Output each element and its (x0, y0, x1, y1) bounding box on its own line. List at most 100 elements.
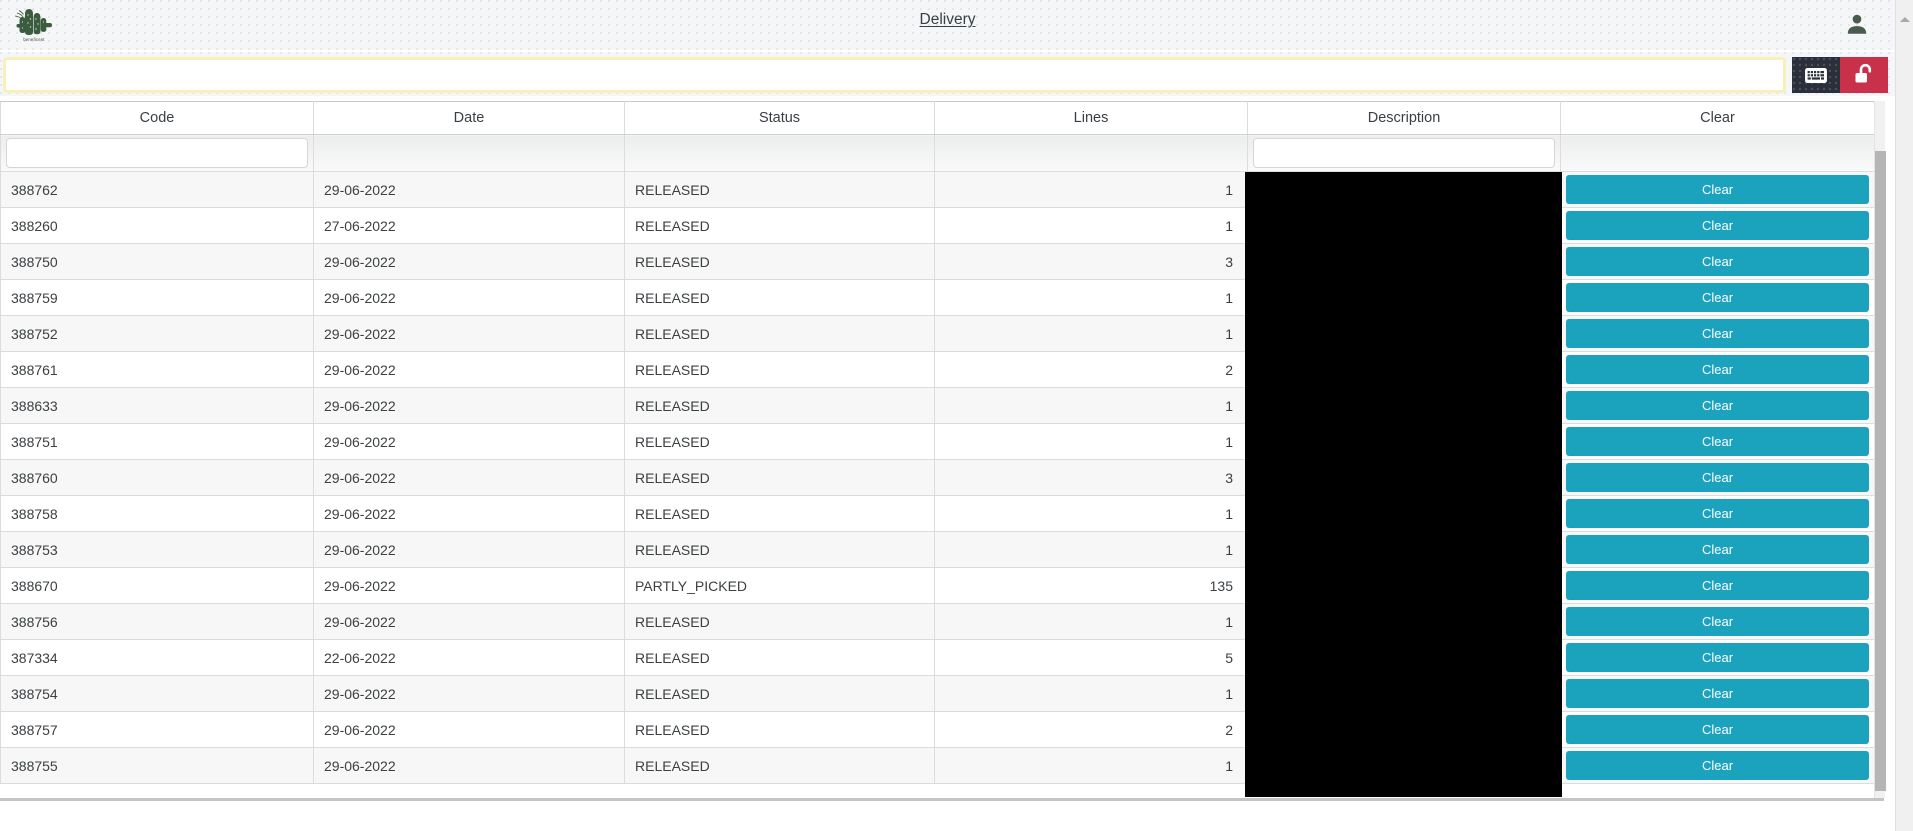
cell-lines: 135 (934, 567, 1248, 604)
clear-button[interactable]: Clear (1566, 283, 1869, 312)
user-account-icon[interactable] (1844, 10, 1870, 38)
cell-clear: Clear (1560, 747, 1875, 784)
cell-status: RELEASED (624, 351, 935, 388)
clear-button[interactable]: Clear (1566, 427, 1869, 456)
table-row[interactable]: 388759 29-06-2022 RELEASED 1 Clear (0, 279, 1875, 316)
cell-code: 387334 (0, 639, 314, 676)
cell-clear: Clear (1560, 459, 1875, 496)
cell-lines: 5 (934, 639, 1248, 676)
clear-button[interactable]: Clear (1566, 319, 1869, 348)
cell-date: 29-06-2022 (313, 171, 625, 208)
cell-date: 29-06-2022 (313, 243, 625, 280)
cell-lines: 1 (934, 423, 1248, 460)
cell-code: 388761 (0, 351, 314, 388)
clear-button[interactable]: Clear (1566, 391, 1869, 420)
clear-button[interactable]: Clear (1566, 211, 1869, 240)
filter-input-description[interactable] (1253, 138, 1555, 168)
search-input[interactable] (3, 57, 1786, 93)
table-row[interactable]: 388758 29-06-2022 RELEASED 1 Clear (0, 495, 1875, 532)
table-scrollbar-thumb[interactable] (1875, 151, 1886, 791)
cell-status: RELEASED (624, 711, 935, 748)
cell-code: 388755 (0, 747, 314, 784)
table-row[interactable]: 388750 29-06-2022 RELEASED 3 Clear (0, 243, 1875, 280)
column-header-date[interactable]: Date (313, 101, 625, 135)
column-header-code[interactable]: Code (0, 101, 314, 135)
cell-lines: 1 (934, 603, 1248, 640)
cell-clear: Clear (1560, 711, 1875, 748)
table-row[interactable]: 388260 27-06-2022 RELEASED 1 Clear (0, 207, 1875, 244)
table-scrollbar-track[interactable] (1874, 101, 1886, 798)
table-row[interactable]: 388762 29-06-2022 RELEASED 1 Clear (0, 171, 1875, 208)
cell-date: 29-06-2022 (313, 387, 625, 424)
column-header-clear[interactable]: Clear (1560, 101, 1875, 135)
cell-code: 388633 (0, 387, 314, 424)
unlock-button[interactable] (1840, 57, 1888, 93)
cell-clear: Clear (1560, 423, 1875, 460)
cell-clear: Clear (1560, 531, 1875, 568)
cell-status: RELEASED (624, 423, 935, 460)
app-header: beneficent Delivery (0, 0, 1895, 50)
cell-status: RELEASED (624, 531, 935, 568)
cell-date: 29-06-2022 (313, 351, 625, 388)
cell-code: 388756 (0, 603, 314, 640)
filter-input-code[interactable] (6, 138, 308, 168)
filter-cell-date (313, 134, 625, 172)
keyboard-icon (1805, 67, 1827, 83)
clear-button[interactable]: Clear (1566, 607, 1869, 636)
table-row[interactable]: 388757 29-06-2022 RELEASED 2 Clear (0, 711, 1875, 748)
page-scrollbar-track[interactable] (1895, 0, 1913, 831)
table-body: 388762 29-06-2022 RELEASED 1 Clear 388260 27-0… (0, 171, 1875, 784)
clear-button[interactable]: Clear (1566, 463, 1869, 492)
clear-button[interactable]: Clear (1566, 355, 1869, 384)
clear-button[interactable]: Clear (1566, 535, 1869, 564)
cell-date: 22-06-2022 (313, 639, 625, 676)
clear-button[interactable]: Clear (1566, 175, 1869, 204)
clear-button[interactable]: Clear (1566, 643, 1869, 672)
table-row[interactable]: 388751 29-06-2022 RELEASED 1 Clear (0, 423, 1875, 460)
table-row[interactable]: 388755 29-06-2022 RELEASED 1 Clear (0, 747, 1875, 784)
cell-status: RELEASED (624, 639, 935, 676)
cell-code: 388760 (0, 459, 314, 496)
clear-button[interactable]: Clear (1566, 571, 1869, 600)
table-row[interactable]: 388756 29-06-2022 RELEASED 1 Clear (0, 603, 1875, 640)
column-header-status[interactable]: Status (624, 101, 935, 135)
cell-status: RELEASED (624, 171, 935, 208)
cell-date: 29-06-2022 (313, 603, 625, 640)
cell-lines: 1 (934, 387, 1248, 424)
table-row[interactable]: 388633 29-06-2022 RELEASED 1 Clear (0, 387, 1875, 424)
table-row[interactable]: 388761 29-06-2022 RELEASED 2 Clear (0, 351, 1875, 388)
clear-button[interactable]: Clear (1566, 499, 1869, 528)
cell-clear: Clear (1560, 351, 1875, 388)
filter-cell-lines (934, 134, 1248, 172)
table-row[interactable]: 388670 29-06-2022 PARTLY_PICKED 135 Clear (0, 567, 1875, 604)
scroll-up-arrow-icon[interactable] (1896, 12, 1913, 26)
cell-status: RELEASED (624, 603, 935, 640)
column-header-description[interactable]: Description (1247, 101, 1561, 135)
clear-button[interactable]: Clear (1566, 679, 1869, 708)
cell-code: 388754 (0, 675, 314, 712)
table-row[interactable]: 388754 29-06-2022 RELEASED 1 Clear (0, 675, 1875, 712)
table-row[interactable]: 388752 29-06-2022 RELEASED 1 Clear (0, 315, 1875, 352)
cell-code: 388759 (0, 279, 314, 316)
cell-lines: 2 (934, 351, 1248, 388)
filter-cell-description (1247, 134, 1561, 172)
clear-button[interactable]: Clear (1566, 751, 1869, 780)
cell-clear: Clear (1560, 387, 1875, 424)
cell-lines: 1 (934, 531, 1248, 568)
table-row[interactable]: 387334 22-06-2022 RELEASED 5 Clear (0, 639, 1875, 676)
table-row[interactable]: 388753 29-06-2022 RELEASED 1 Clear (0, 531, 1875, 568)
cell-lines: 1 (934, 495, 1248, 532)
clear-button[interactable]: Clear (1566, 715, 1869, 744)
page-title-link[interactable]: Delivery (0, 11, 1895, 29)
keyboard-button[interactable] (1792, 57, 1840, 93)
cell-date: 29-06-2022 (313, 567, 625, 604)
column-header-lines[interactable]: Lines (934, 101, 1248, 135)
table-row[interactable]: 388760 29-06-2022 RELEASED 3 Clear (0, 459, 1875, 496)
search-toolbar (0, 52, 1895, 96)
cell-status: RELEASED (624, 315, 935, 352)
unlock-open-padlock-icon (1855, 63, 1871, 83)
clear-button[interactable]: Clear (1566, 247, 1869, 276)
cell-lines: 1 (934, 279, 1248, 316)
cell-date: 27-06-2022 (313, 207, 625, 244)
cell-status: RELEASED (624, 207, 935, 244)
